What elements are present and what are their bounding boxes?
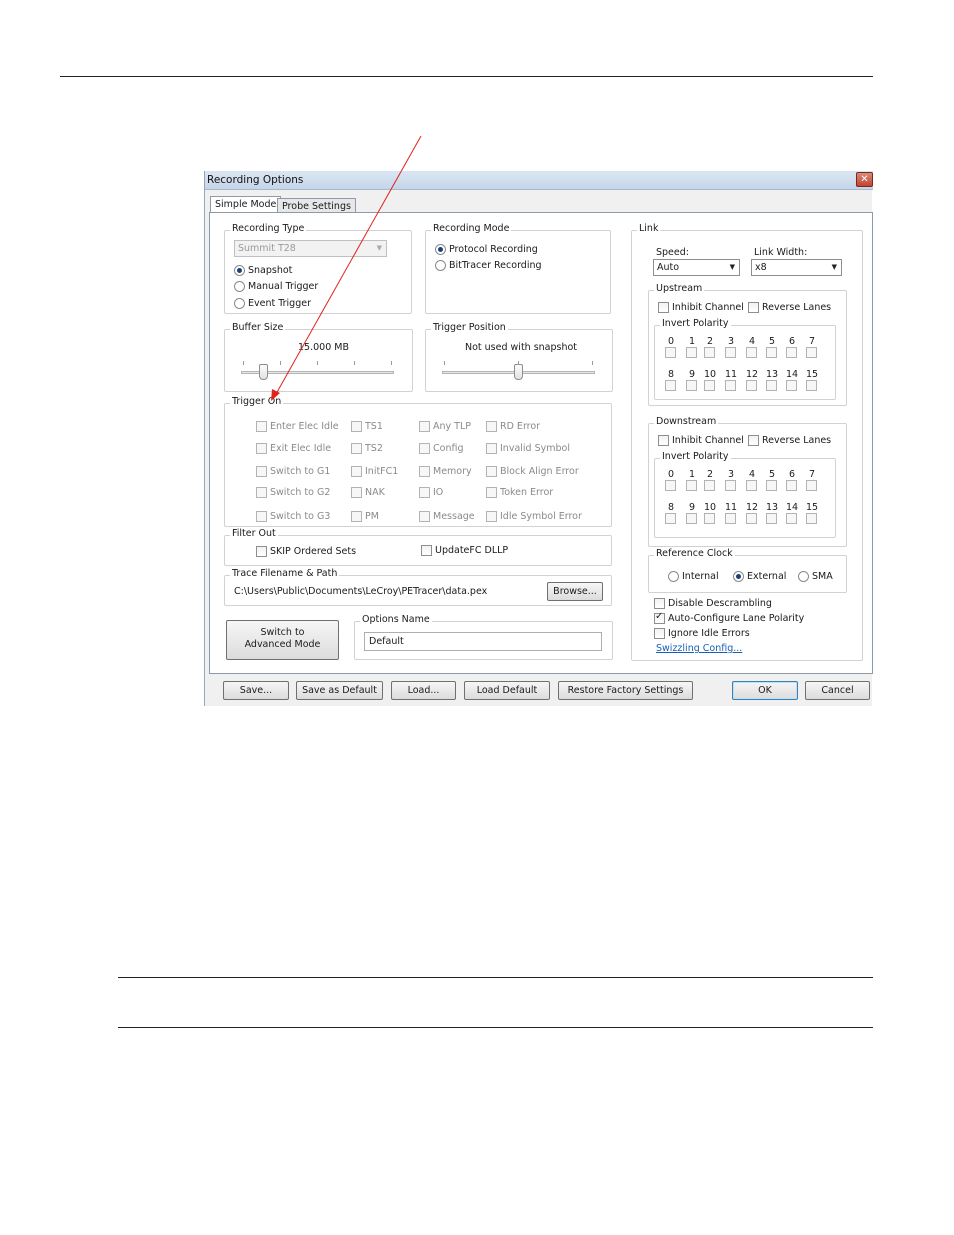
annotation-arrow [271,135,422,401]
annotation-arrow-head [271,389,280,401]
annotation-arrow-line [275,135,422,395]
